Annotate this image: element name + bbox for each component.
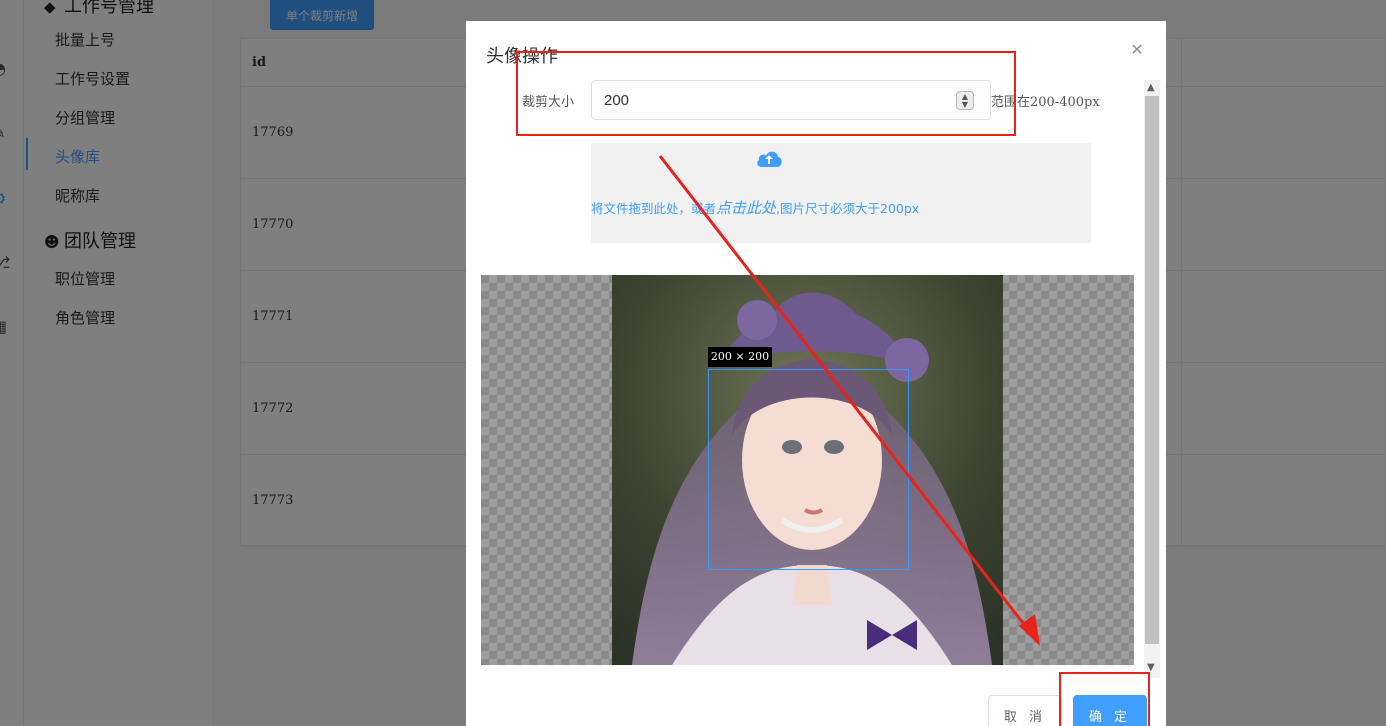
upload-click-link[interactable]: 点击此处 — [716, 199, 776, 217]
chevron-up-icon[interactable]: ▲ — [1147, 82, 1155, 93]
upload-dropzone[interactable]: 将文件拖到此处，或者点击此处,图片尺寸必须大于200px — [591, 143, 1091, 243]
annotation-box-confirm — [1059, 672, 1150, 726]
dialog-scrollbar[interactable]: ▲ ▼ — [1144, 80, 1160, 678]
cancel-button[interactable]: 取 消 — [988, 695, 1062, 726]
upload-hint: 将文件拖到此处，或者点击此处,图片尺寸必须大于200px — [591, 199, 920, 217]
close-icon[interactable]: ✕ — [1128, 41, 1146, 59]
crop-stage[interactable]: 200 × 200 — [481, 275, 1134, 665]
scrollbar-thumb[interactable] — [1145, 96, 1159, 644]
cloud-upload-icon — [757, 151, 782, 167]
crop-size-tag: 200 × 200 — [708, 347, 772, 367]
annotation-box-crop-size — [516, 51, 1016, 136]
crop-selection-box[interactable] — [708, 369, 909, 570]
